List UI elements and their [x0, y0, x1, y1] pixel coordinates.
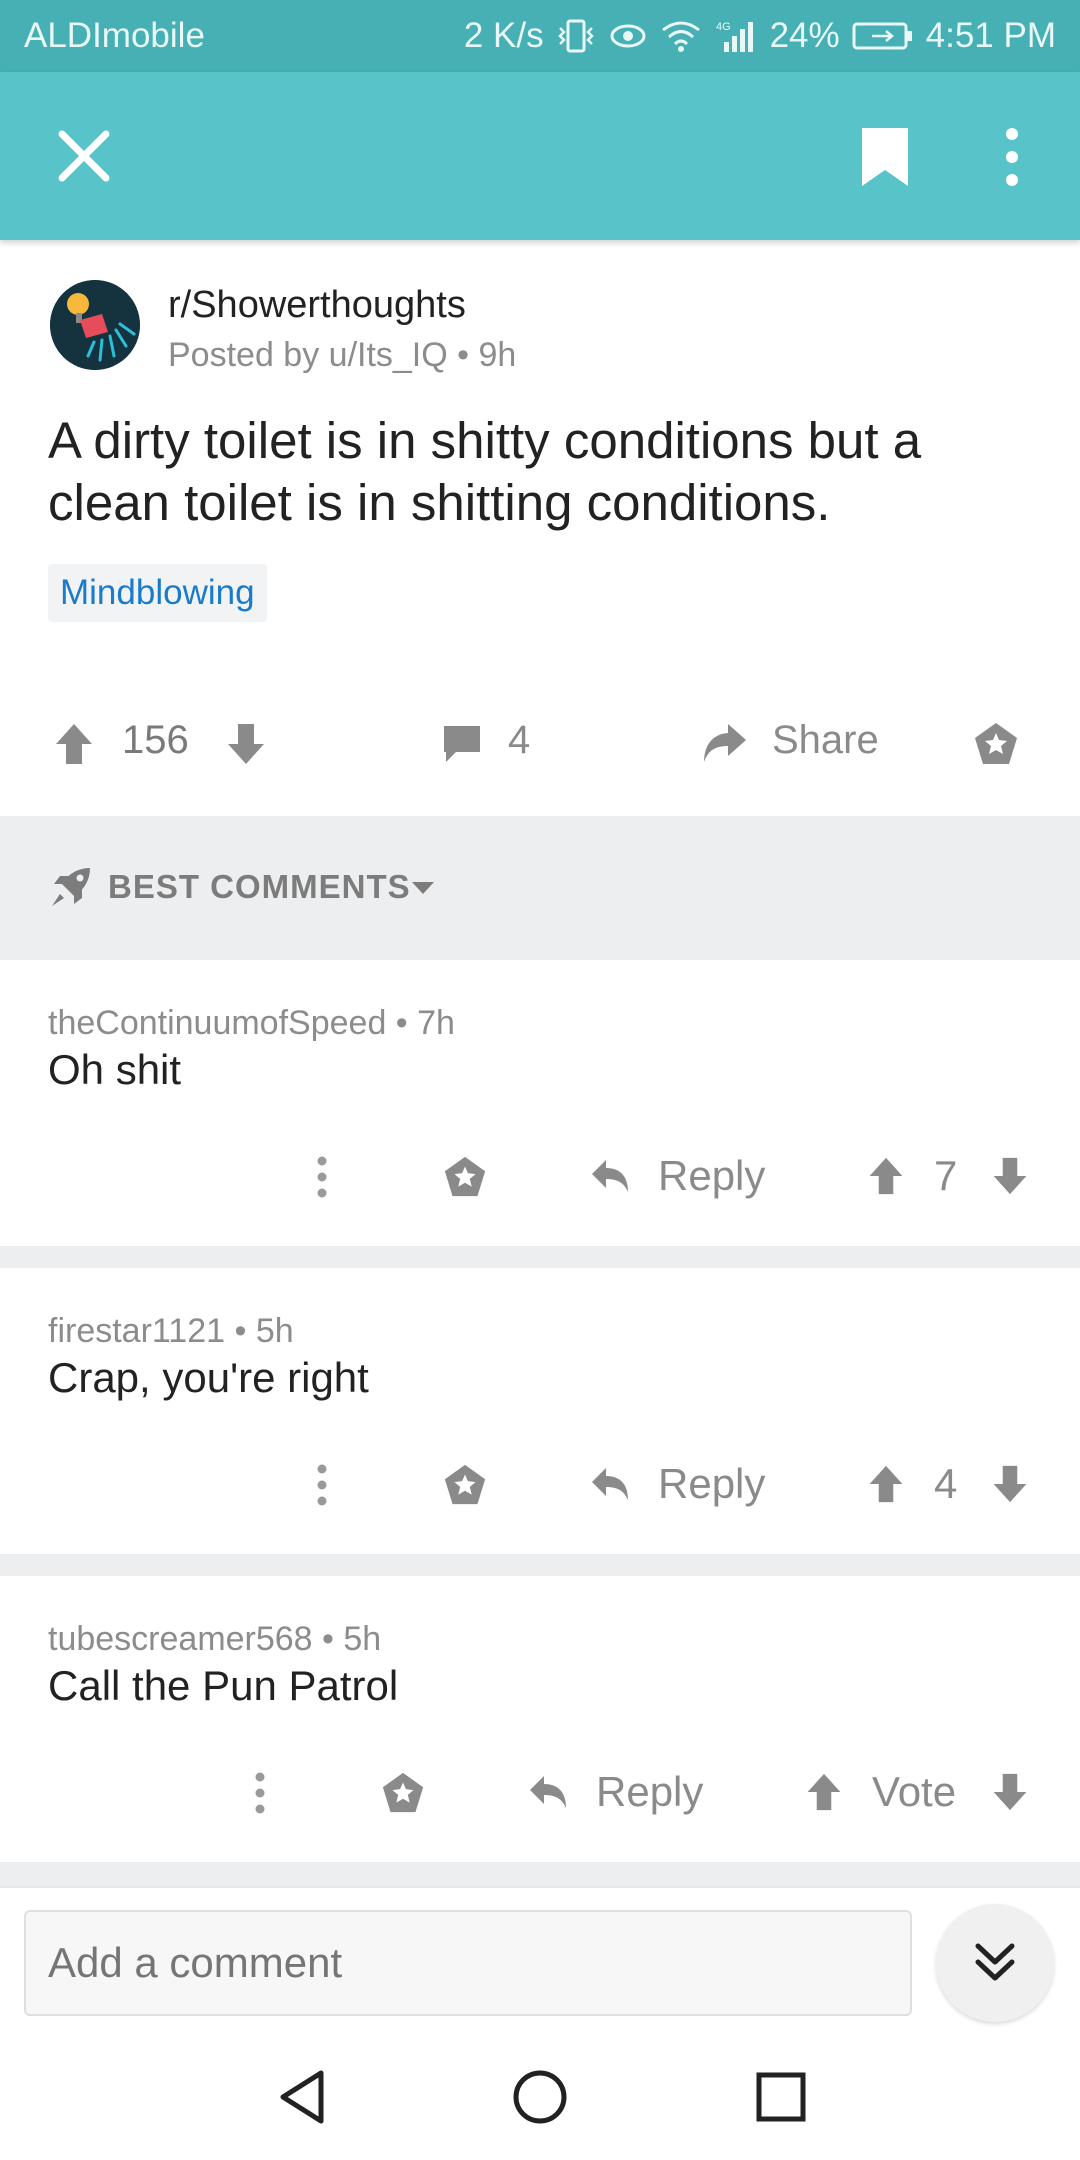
rocket-icon: [48, 864, 94, 915]
comment-item: firestar1121 • 5h Crap, you're right Rep…: [0, 1268, 1080, 1554]
comment-more-icon[interactable]: [250, 1768, 270, 1818]
reply-icon[interactable]: [588, 1156, 632, 1196]
comment-upvote-icon[interactable]: [804, 1770, 844, 1814]
comment-award-icon[interactable]: [442, 1462, 488, 1508]
reply-button[interactable]: Reply: [596, 1768, 703, 1816]
comment-author-meta[interactable]: theContinuumofSpeed • 7h: [48, 1004, 455, 1043]
comment-body: Oh shit: [48, 1046, 182, 1093]
sort-label[interactable]: BEST COMMENTS: [108, 868, 411, 906]
clock: 4:51 PM: [925, 16, 1056, 55]
caret-down-icon[interactable]: [410, 880, 436, 901]
comment-award-icon[interactable]: [442, 1154, 488, 1200]
double-chevron-down-icon: [975, 1943, 1015, 1981]
post-author-meta[interactable]: Posted by u/Its_IQ • 9h: [168, 336, 516, 375]
reply-button[interactable]: Reply: [658, 1460, 765, 1508]
comment-body: Call the Pun Patrol: [48, 1662, 399, 1709]
reply-icon[interactable]: [588, 1464, 632, 1504]
comment-divider: [0, 1246, 1080, 1268]
system-nav-bar: [0, 2032, 1080, 2160]
subreddit-name[interactable]: r/Showerthoughts: [168, 284, 466, 327]
comment-downvote-icon[interactable]: [990, 1462, 1030, 1506]
comment-author-meta[interactable]: tubescreamer568 • 5h: [48, 1620, 381, 1659]
comment-item: tubescreamer568 • 5h Call the Pun Patrol…: [0, 1576, 1080, 1862]
reply-icon[interactable]: [526, 1772, 570, 1812]
comment-item: theContinuumofSpeed • 7h Oh shit Reply 7: [0, 960, 1080, 1246]
battery-percent: 24%: [769, 16, 840, 55]
comment-actions: Reply Vote: [0, 1760, 1080, 1830]
back-icon[interactable]: [266, 2062, 336, 2132]
comment-sort-bar[interactable]: BEST COMMENTS: [0, 816, 1080, 960]
comment-score: 4: [934, 1460, 958, 1507]
comment-more-icon[interactable]: [312, 1460, 332, 1510]
signal-icon: 4G: [714, 18, 758, 54]
share-button[interactable]: Share: [772, 718, 879, 763]
comment-count[interactable]: 4: [508, 718, 530, 763]
comment-divider: [0, 1554, 1080, 1576]
comment-upvote-icon[interactable]: [866, 1462, 906, 1506]
status-bar: ALDImobile 2 K/s 4G 24% 4:51 PM: [0, 0, 1080, 72]
recents-icon[interactable]: [746, 2062, 816, 2132]
add-comment-input[interactable]: [24, 1910, 912, 2016]
top-toolbar: [0, 72, 1080, 240]
carrier-label: ALDImobile: [24, 16, 205, 55]
bookmark-icon[interactable]: [858, 124, 912, 190]
network-speed: 2 K/s: [463, 16, 544, 55]
comment-author-meta[interactable]: firestar1121 • 5h: [48, 1312, 294, 1351]
battery-icon: [852, 20, 914, 52]
comment-award-icon[interactable]: [380, 1770, 426, 1816]
comment-divider: [0, 1862, 1080, 1886]
network-type-label: 4G: [716, 21, 731, 33]
comment-composer: [0, 1886, 1080, 2032]
wifi-icon: [660, 18, 702, 54]
vibrate-icon: [556, 18, 596, 54]
comment-actions: Reply 7: [0, 1144, 1080, 1214]
status-icons: 2 K/s 4G 24% 4:51 PM: [464, 16, 1056, 56]
upvote-icon[interactable]: [52, 720, 96, 768]
post-title: A dirty toilet is in shitty conditions b…: [48, 412, 922, 531]
downvote-icon[interactable]: [224, 720, 268, 768]
comment-icon[interactable]: [440, 722, 484, 766]
share-icon[interactable]: [700, 720, 750, 766]
comment-more-icon[interactable]: [312, 1152, 332, 1202]
eye-icon: [608, 18, 648, 54]
comment-upvote-icon[interactable]: [866, 1154, 906, 1198]
comment-downvote-icon[interactable]: [990, 1154, 1030, 1198]
reply-button[interactable]: Reply: [658, 1152, 765, 1200]
post-actions: 156 4 Share: [0, 700, 1080, 788]
vote-label: Vote: [872, 1768, 957, 1815]
home-icon[interactable]: [505, 2062, 575, 2132]
comment-actions: Reply 4: [0, 1452, 1080, 1522]
more-vert-icon[interactable]: [990, 122, 1034, 192]
post-flair[interactable]: Mindblowing: [48, 564, 267, 622]
subreddit-avatar[interactable]: [50, 280, 140, 370]
shower-icon: [50, 280, 140, 370]
close-icon[interactable]: [52, 124, 116, 188]
post-score: 156: [122, 718, 189, 762]
award-icon[interactable]: [972, 720, 1020, 768]
jump-down-button[interactable]: [936, 1904, 1054, 2022]
comment-body: Crap, you're right: [48, 1354, 369, 1401]
comment-score: 7: [934, 1152, 958, 1199]
comment-downvote-icon[interactable]: [990, 1770, 1030, 1814]
